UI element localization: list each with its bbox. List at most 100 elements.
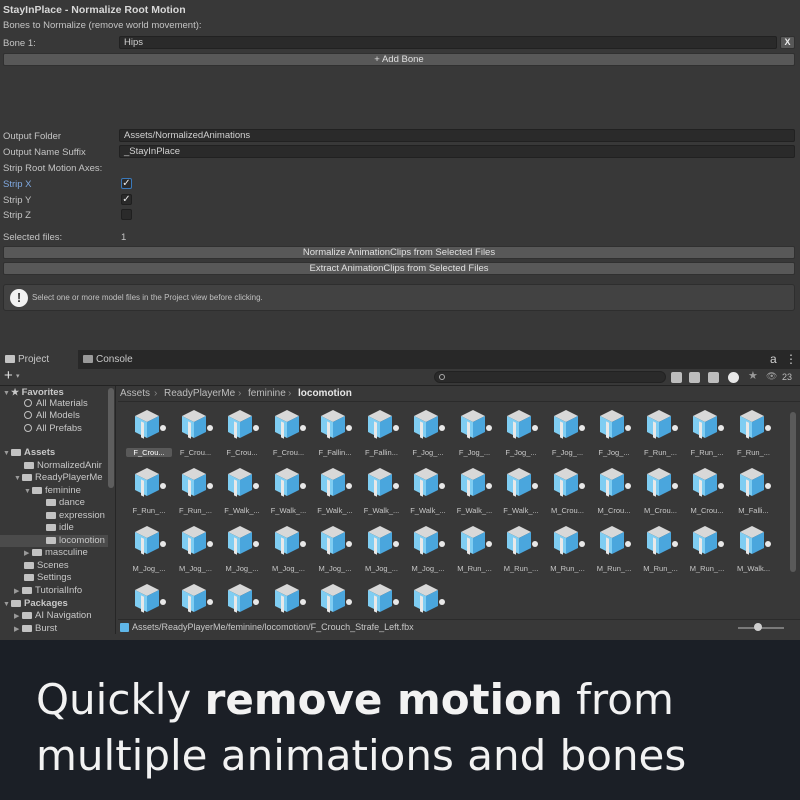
folder-item[interactable]: ▶ masculine (24, 547, 88, 559)
search-input[interactable] (434, 371, 666, 383)
asset-item[interactable]: F_Run_... (126, 462, 172, 518)
assets-header[interactable]: ▼ Assets (3, 447, 55, 459)
fav-item[interactable]: All Models (24, 410, 80, 422)
folder-item-selected[interactable]: locomotion (0, 535, 108, 547)
asset-item[interactable]: F_Walk_... (405, 462, 451, 518)
asset-item[interactable]: M_Crou... (591, 462, 637, 518)
package-item[interactable]: ▶ Burst (14, 623, 57, 634)
folder-item[interactable]: ▼ feminine (24, 485, 81, 497)
add-bone-button[interactable]: + Add Bone (3, 53, 795, 66)
model-file-icon (321, 584, 352, 613)
asset-grid-scrollbar[interactable] (790, 412, 796, 572)
breadcrumb-item[interactable]: Assets (120, 388, 150, 399)
asset-item[interactable]: F_Run_... (638, 404, 684, 460)
asset-item[interactable]: F_Jog_... (545, 404, 591, 460)
remove-bone-button[interactable]: X (780, 36, 795, 49)
suffix-field[interactable]: _StayInPlace (119, 145, 795, 158)
asset-item[interactable]: M_Run_... (452, 520, 498, 576)
asset-item[interactable]: M_Jog_... (359, 520, 405, 576)
folder-item[interactable]: ▶ TutorialInfo (14, 585, 82, 597)
asset-item[interactable]: M_Walk... (731, 520, 777, 576)
model-file-icon (646, 526, 678, 555)
model-file-icon (553, 468, 585, 497)
asset-item[interactable]: M_Falli... (731, 462, 777, 518)
asset-item[interactable]: F_Walk_... (452, 462, 498, 518)
folder-item[interactable]: expression (46, 510, 105, 522)
asset-item[interactable]: F_Walk_... (266, 462, 312, 518)
lock-icon[interactable]: a (770, 352, 777, 366)
folder-item[interactable]: NormalizedAnir (24, 460, 102, 472)
normalize-button[interactable]: Normalize AnimationClips from Selected F… (3, 246, 795, 259)
asset-item[interactable]: M_Run_... (684, 520, 730, 576)
favorites-header[interactable]: ▼★ Favorites (3, 386, 64, 398)
asset-item[interactable]: M_Run_... (591, 520, 637, 576)
model-file-icon (739, 410, 771, 439)
chevron-down-icon[interactable]: ▾ (16, 372, 20, 380)
folder-item[interactable]: Settings (24, 572, 71, 584)
asset-item[interactable]: M_Crou... (684, 462, 730, 518)
asset-item[interactable]: M_Jog_... (126, 520, 172, 576)
package-item[interactable]: ▶ AI Navigation (14, 610, 92, 622)
breadcrumb-item[interactable]: ReadyPlayerMe (164, 388, 235, 399)
folder-item[interactable]: idle (46, 522, 74, 534)
asset-item[interactable]: M_Jog_... (405, 520, 451, 576)
asset-item[interactable]: F_Crou... (266, 404, 312, 460)
folder-item[interactable]: ▼ ReadyPlayerMe (14, 472, 103, 484)
strip-z-checkbox[interactable] (121, 209, 132, 220)
fav-item[interactable]: All Materials (24, 398, 88, 410)
more-menu-icon[interactable]: ⋮ (785, 352, 797, 366)
asset-item[interactable]: M_Jog_... (312, 520, 358, 576)
asset-item[interactable]: F_Fallin... (312, 404, 358, 460)
output-folder-field[interactable]: Assets/NormalizedAnimations (119, 129, 795, 142)
strip-y-checkbox[interactable]: ✓ (121, 194, 132, 205)
asset-item[interactable]: F_Walk_... (312, 462, 358, 518)
asset-item[interactable]: F_Fallin... (359, 404, 405, 460)
filter-label-icon[interactable] (689, 372, 700, 383)
asset-item[interactable]: F_Run_... (731, 404, 777, 460)
eye-icon[interactable]: 👁 (766, 371, 777, 382)
asset-item[interactable]: F_Run_... (173, 462, 219, 518)
asset-item[interactable]: F_Jog_... (405, 404, 451, 460)
model-file-icon (507, 468, 538, 497)
asset-item[interactable]: F_Run_... (684, 404, 730, 460)
asset-item[interactable]: F_Jog_... (498, 404, 544, 460)
asset-item[interactable]: M_Run_... (545, 520, 591, 576)
sidebar-scrollbar[interactable] (108, 388, 114, 488)
folder-item[interactable]: dance (46, 497, 85, 509)
breadcrumb-separator: › (154, 388, 158, 399)
asset-item[interactable]: F_Crou... (219, 404, 265, 460)
tab-console[interactable]: Console (78, 350, 148, 369)
tag-icon[interactable] (708, 372, 719, 383)
breadcrumb-item[interactable]: feminine (248, 388, 286, 399)
folder-item[interactable]: Scenes (24, 560, 69, 572)
asset-item[interactable]: F_Jog_... (452, 404, 498, 460)
fav-item[interactable]: All Prefabs (24, 423, 82, 435)
bone1-field[interactable]: Hips (119, 36, 777, 49)
filter-type-icon[interactable] (671, 372, 682, 383)
asset-item[interactable]: M_Run_... (638, 520, 684, 576)
alert-icon[interactable] (728, 372, 739, 383)
asset-item[interactable]: F_Crou... (126, 404, 172, 460)
asset-item[interactable]: M_Jog_... (266, 520, 312, 576)
strip-y-label: Strip Y (3, 195, 32, 206)
strip-x-checkbox[interactable]: ✓ (121, 178, 132, 189)
icon-size-slider-knob[interactable] (754, 623, 762, 631)
create-button[interactable]: + (4, 367, 13, 384)
asset-item[interactable]: M_Jog_... (219, 520, 265, 576)
star-icon[interactable]: ★ (748, 369, 758, 382)
breadcrumb-current[interactable]: locomotion (298, 388, 352, 399)
asset-item[interactable]: F_Jog_... (591, 404, 637, 460)
asset-item[interactable]: F_Walk_... (359, 462, 405, 518)
asset-item[interactable]: F_Walk_... (498, 462, 544, 518)
packages-header[interactable]: ▼ Packages (3, 598, 68, 610)
asset-item[interactable]: M_Jog_... (173, 520, 219, 576)
model-file-icon (460, 526, 492, 555)
asset-label: M_Jog_... (365, 564, 398, 573)
extract-button[interactable]: Extract AnimationClips from Selected Fil… (3, 262, 795, 275)
asset-item[interactable]: M_Crou... (638, 462, 684, 518)
asset-label: M_Jog_... (179, 564, 212, 573)
asset-item[interactable]: M_Crou... (545, 462, 591, 518)
asset-item[interactable]: M_Run_... (498, 520, 544, 576)
asset-item[interactable]: F_Walk_... (219, 462, 265, 518)
asset-item[interactable]: F_Crou... (173, 404, 219, 460)
